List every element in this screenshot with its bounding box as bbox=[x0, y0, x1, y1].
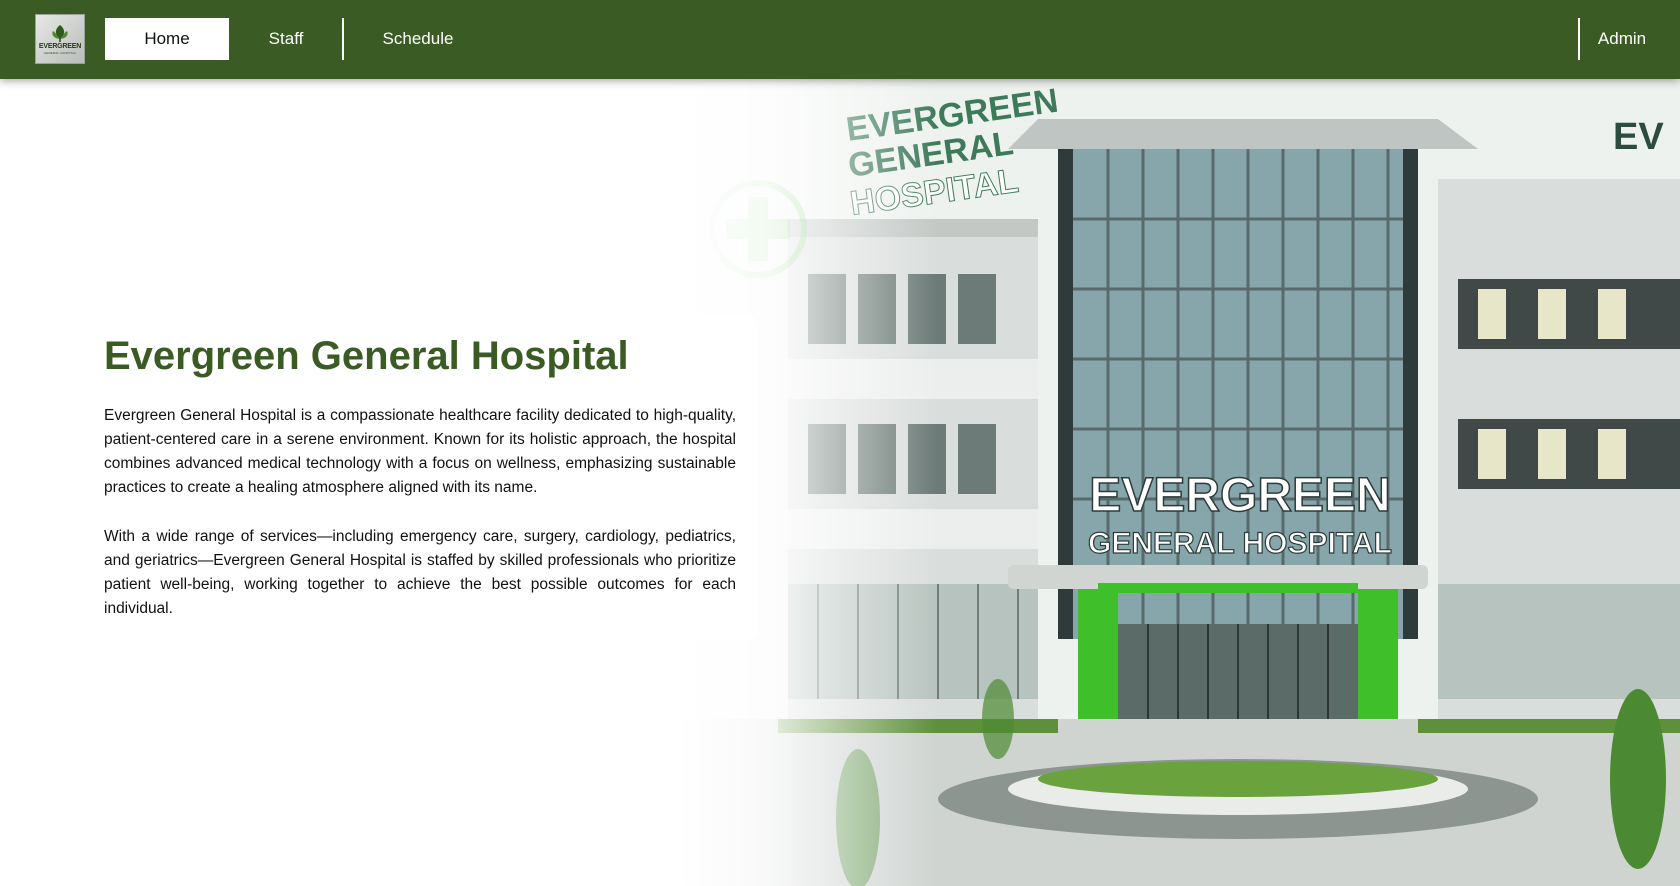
nav-divider bbox=[1578, 18, 1580, 60]
hero-section: EVERGREEN GENERAL HOSPITAL bbox=[0, 79, 1680, 886]
tree-leaf-icon bbox=[52, 25, 68, 42]
nav-staff-link[interactable]: Staff bbox=[258, 18, 314, 60]
top-navbar: EVERGREEN GENERAL HOSPITAL Home Staff Sc… bbox=[0, 0, 1680, 79]
hospital-logo[interactable]: EVERGREEN GENERAL HOSPITAL bbox=[35, 14, 85, 64]
nav-home-link[interactable]: Home bbox=[105, 18, 229, 60]
sign-main-line2: GENERAL HOSPITAL bbox=[1088, 527, 1392, 560]
nav-divider bbox=[342, 18, 344, 60]
sign-main-line1: EVERGREEN bbox=[1089, 469, 1390, 522]
hero-description-1: Evergreen General Hospital is a compassi… bbox=[104, 407, 736, 496]
nav-admin-link[interactable]: Admin bbox=[1590, 18, 1654, 60]
hero-title: Evergreen General Hospital bbox=[104, 334, 629, 378]
nav-schedule-link[interactable]: Schedule bbox=[378, 18, 458, 60]
logo-line-1: EVERGREEN bbox=[38, 43, 82, 50]
hero-description-2: With a wide range of services—including … bbox=[104, 528, 736, 617]
sign-right-partial: EV bbox=[1613, 116, 1664, 158]
logo-line-2: GENERAL HOSPITAL bbox=[43, 51, 77, 55]
